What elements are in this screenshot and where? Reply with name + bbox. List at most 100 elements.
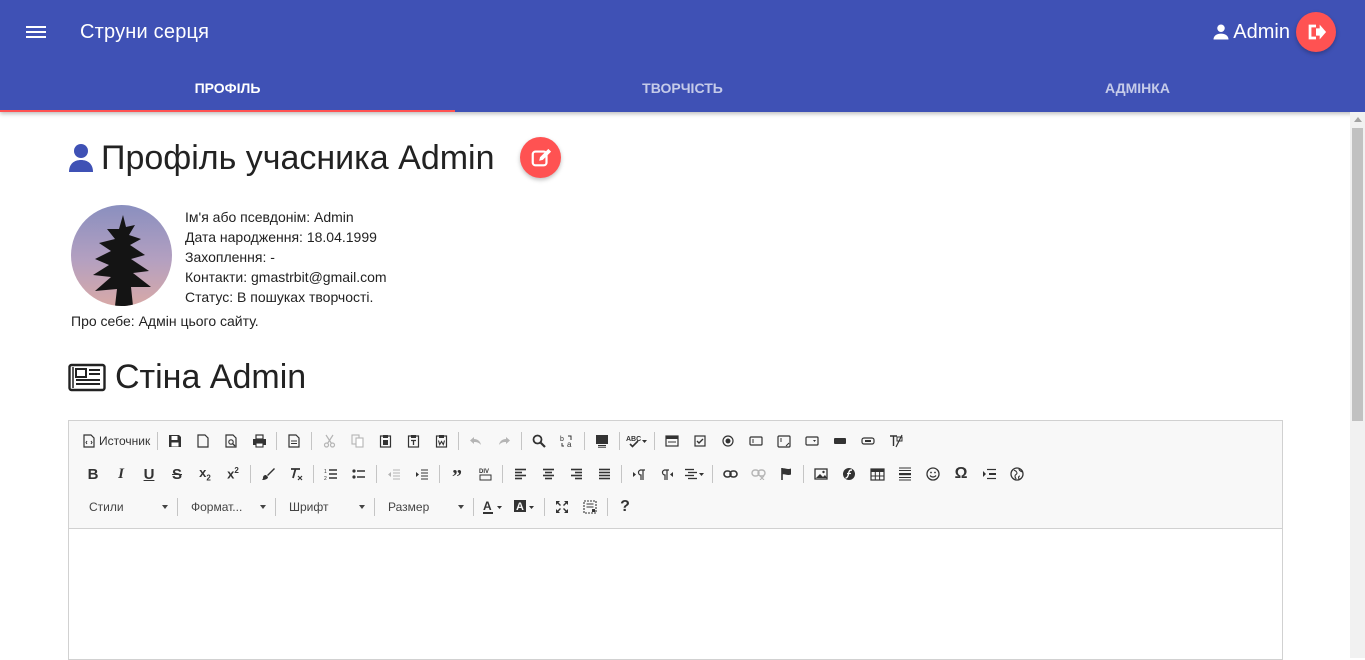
remove-format-button[interactable] — [282, 461, 310, 487]
edit-profile-button[interactable] — [520, 137, 561, 178]
checkbox-button[interactable] — [686, 428, 714, 454]
copy-format-button[interactable] — [254, 461, 282, 487]
italic-button[interactable]: I — [107, 461, 135, 487]
paste-button[interactable] — [371, 428, 399, 454]
find-button[interactable] — [525, 428, 553, 454]
cut-button[interactable] — [315, 428, 343, 454]
redo-button[interactable] — [490, 428, 518, 454]
image-button[interactable] — [807, 461, 835, 487]
print-button[interactable] — [245, 428, 273, 454]
undo-button[interactable] — [462, 428, 490, 454]
avatar — [71, 205, 172, 306]
preview-icon — [225, 434, 237, 448]
editor-toolbar: Источник ba ABC B I U S x2 x2 1 2 ” DIV … — [69, 421, 1282, 529]
page-break-button[interactable] — [975, 461, 1003, 487]
format-select[interactable]: Формат... — [181, 495, 272, 519]
source-button[interactable]: Источник — [79, 428, 154, 454]
radio-button[interactable] — [714, 428, 742, 454]
superscript-button[interactable]: x2 — [219, 461, 247, 487]
edit-icon — [531, 148, 551, 166]
special-char-button[interactable]: Ω — [947, 461, 975, 487]
spellcheck-button[interactable]: ABC — [623, 428, 651, 454]
undo-icon — [470, 437, 482, 445]
select-all-button[interactable] — [588, 428, 616, 454]
indent-button[interactable] — [408, 461, 436, 487]
user-name[interactable]: Admin — [1233, 21, 1290, 44]
bold-button[interactable]: B — [79, 461, 107, 487]
show-blocks-button[interactable] — [576, 494, 604, 520]
about-button[interactable]: ? — [611, 494, 639, 520]
toolbar-separator — [502, 465, 503, 483]
templates-button[interactable] — [280, 428, 308, 454]
align-justify-button[interactable] — [590, 461, 618, 487]
bulleted-list-button[interactable] — [345, 461, 373, 487]
wall-editor: Источник ba ABC B I U S x2 x2 1 2 ” DIV … — [68, 420, 1283, 660]
ltr-icon — [633, 468, 645, 480]
iframe-button[interactable] — [1003, 461, 1031, 487]
toolbar-separator — [803, 465, 804, 483]
table-button[interactable] — [863, 461, 891, 487]
anchor-button[interactable] — [772, 461, 800, 487]
strike-button[interactable]: S — [163, 461, 191, 487]
profile-about: Про себе: Адмін цього сайту. — [71, 313, 259, 329]
font-select[interactable]: Шрифт — [279, 495, 371, 519]
tab-creativity[interactable]: Творчість — [455, 64, 910, 112]
indent-icon — [416, 469, 428, 479]
size-select[interactable]: Размер — [378, 495, 470, 519]
outdent-button[interactable] — [380, 461, 408, 487]
flash-button[interactable] — [835, 461, 863, 487]
paste-word-button[interactable] — [427, 428, 455, 454]
wall-heading: Стіна Admin — [68, 355, 306, 399]
replace-button[interactable]: ba — [553, 428, 581, 454]
editor-content-area[interactable] — [69, 529, 1282, 659]
tab-bar: Профіль Творчість Адмінка — [0, 64, 1365, 112]
image-button-icon — [861, 437, 875, 445]
save-button[interactable] — [161, 428, 189, 454]
subscript-button[interactable]: x2 — [191, 461, 219, 487]
create-div-button[interactable]: DIV — [471, 461, 499, 487]
tab-admin[interactable]: Адмінка — [910, 64, 1365, 112]
styles-select[interactable]: Стили — [79, 495, 174, 519]
underline-button[interactable]: U — [135, 461, 163, 487]
align-left-button[interactable] — [506, 461, 534, 487]
align-center-button[interactable] — [534, 461, 562, 487]
select-field-button[interactable] — [798, 428, 826, 454]
copy-button[interactable] — [343, 428, 371, 454]
maximize-button[interactable] — [548, 494, 576, 520]
tab-profile[interactable]: Профіль — [0, 64, 455, 112]
horizontal-rule-button[interactable] — [891, 461, 919, 487]
page-scrollbar[interactable] — [1350, 112, 1365, 658]
unlink-button[interactable] — [744, 461, 772, 487]
clear-format-icon — [291, 468, 303, 481]
image-button-field-button[interactable] — [854, 428, 882, 454]
svg-text:A: A — [516, 501, 524, 513]
menu-icon[interactable] — [24, 22, 48, 42]
form-button[interactable] — [658, 428, 686, 454]
language-button[interactable] — [681, 461, 709, 487]
ltr-button[interactable] — [625, 461, 653, 487]
textfield-icon — [749, 436, 763, 446]
logout-button[interactable] — [1296, 12, 1336, 52]
textarea-button[interactable] — [770, 428, 798, 454]
button-field-button[interactable] — [826, 428, 854, 454]
text-color-button[interactable]: A — [477, 494, 509, 520]
avatar-image — [71, 205, 172, 306]
align-right-button[interactable] — [562, 461, 590, 487]
scroll-thumb[interactable] — [1352, 128, 1363, 421]
paste-text-button[interactable] — [399, 428, 427, 454]
numbered-list-button[interactable]: 12 — [317, 461, 345, 487]
background-color-button[interactable]: A — [509, 494, 541, 520]
preview-button[interactable] — [217, 428, 245, 454]
smiley-button[interactable] — [919, 461, 947, 487]
scroll-up-arrow-icon[interactable] — [1354, 117, 1362, 122]
svg-text:A: A — [483, 500, 492, 513]
rtl-button[interactable] — [653, 461, 681, 487]
new-page-button[interactable] — [189, 428, 217, 454]
hidden-field-button[interactable] — [882, 428, 910, 454]
replace-icon: ba — [560, 435, 572, 448]
table-icon — [869, 467, 885, 481]
textfield-button[interactable] — [742, 428, 770, 454]
link-button[interactable] — [716, 461, 744, 487]
spellcheck-icon: ABC — [626, 436, 648, 448]
blockquote-button[interactable]: ” — [443, 461, 471, 487]
